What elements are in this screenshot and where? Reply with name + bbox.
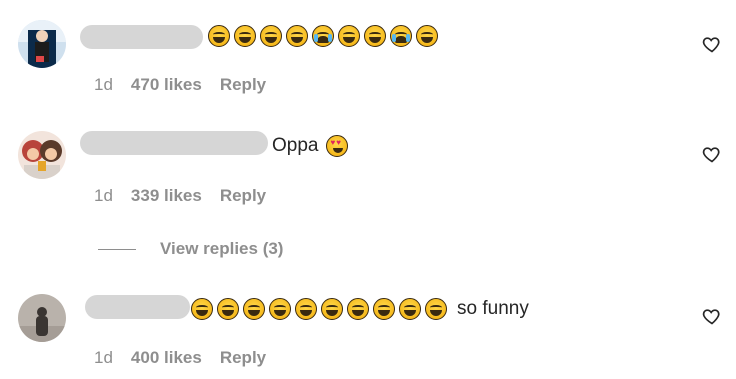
heart-outline-icon[interactable]: [702, 144, 722, 164]
comment-meta: 1d 470 likes Reply: [94, 75, 266, 95]
likes-count[interactable]: 339 likes: [131, 186, 202, 206]
laughing-emoji-icon: [295, 298, 317, 320]
laughing-emoji-icon: [243, 298, 265, 320]
reply-button[interactable]: Reply: [220, 186, 266, 206]
heart-outline-icon[interactable]: [702, 34, 722, 54]
laughing-emoji-icon: [338, 25, 360, 47]
avatar[interactable]: [18, 294, 66, 342]
laughing-emoji-icon: [234, 25, 256, 47]
laughing-emoji-icon: [399, 298, 421, 320]
view-replies-button[interactable]: View replies (3): [98, 239, 283, 259]
username-redacted[interactable]: [80, 25, 203, 49]
laughing-emoji-icon: [191, 298, 213, 320]
username-redacted[interactable]: [80, 131, 268, 155]
timestamp: 1d: [94, 348, 113, 367]
comment-meta: 1d 400 likes Reply: [94, 348, 266, 368]
laughing-emoji-icon: [269, 298, 291, 320]
avatar[interactable]: [18, 131, 66, 179]
comment-body: Oppa: [272, 135, 319, 156]
timestamp: 1d: [94, 186, 113, 205]
crying-emoji-icon: [390, 25, 412, 47]
reply-button[interactable]: Reply: [220, 75, 266, 95]
laughing-emoji-icon: [425, 298, 447, 320]
comment-text: Oppa: [272, 135, 349, 157]
laughing-emoji-icon: [416, 25, 438, 47]
reply-button[interactable]: Reply: [220, 348, 266, 368]
avatar[interactable]: [18, 20, 66, 68]
laughing-emoji-icon: [347, 298, 369, 320]
laughing-emoji-icon: [260, 25, 282, 47]
laughing-emoji-icon: [217, 298, 239, 320]
view-replies-label: View replies (3): [160, 239, 284, 258]
likes-count[interactable]: 470 likes: [131, 75, 202, 95]
heart-eyes-emoji-icon: [326, 135, 349, 157]
laughing-emoji-icon: [286, 25, 308, 47]
comment-meta: 1d 339 likes Reply: [94, 186, 266, 206]
heart-outline-icon[interactable]: [702, 306, 722, 326]
laughing-emoji-icon: [364, 25, 386, 47]
divider-line: [98, 248, 136, 250]
username-redacted[interactable]: [85, 295, 190, 319]
comment-text: so funny: [191, 298, 529, 320]
comment-text: [208, 25, 438, 47]
laughing-emoji-icon: [208, 25, 230, 47]
comment-body: so funny: [457, 298, 529, 319]
crying-emoji-icon: [312, 25, 334, 47]
timestamp: 1d: [94, 75, 113, 94]
laughing-emoji-icon: [321, 298, 343, 320]
likes-count[interactable]: 400 likes: [131, 348, 202, 368]
laughing-emoji-icon: [373, 298, 395, 320]
